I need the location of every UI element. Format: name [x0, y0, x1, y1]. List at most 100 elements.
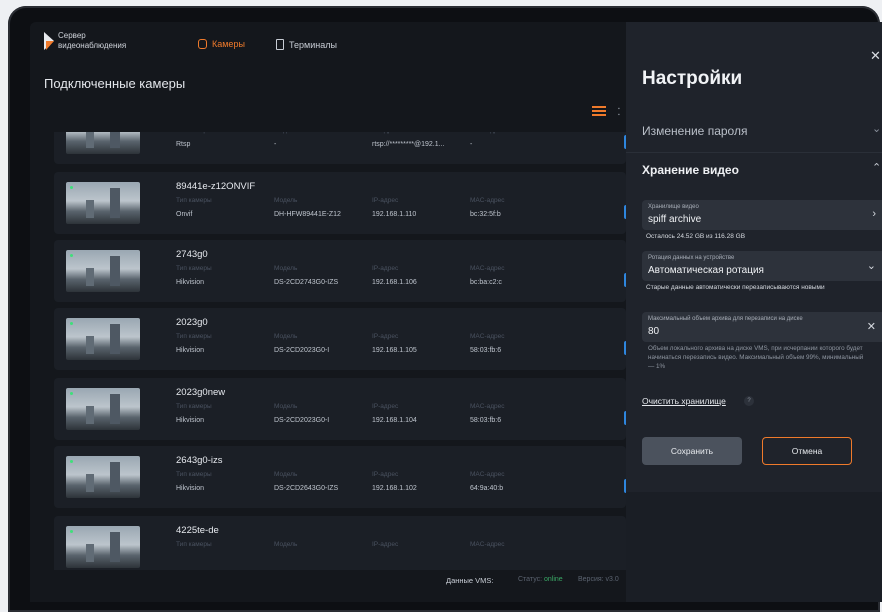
- device-frame: Сервер видеонаблюдения Камеры Терминалы …: [8, 6, 882, 612]
- list-view-icon[interactable]: [592, 106, 606, 116]
- divider: [626, 152, 882, 153]
- camera-card[interactable]: 2023g0new Тип камеры Модель IP-адрес MAC-адр…: [54, 378, 626, 440]
- nav-cameras-label: Камеры: [212, 39, 245, 49]
- camera-mac-label: MAC-адрес: [470, 265, 505, 272]
- panel-footer: [626, 492, 882, 602]
- camera-card[interactable]: Тип камеры Модель IP-адрес MAC-адрес Rtsp - rt…: [54, 132, 626, 164]
- app-screen: Сервер видеонаблюдения Камеры Терминалы …: [30, 22, 882, 602]
- camera-name: 2743g0: [176, 249, 208, 260]
- camera-mac-label: MAC-адрес: [470, 333, 505, 340]
- camera-mac-label: MAC-адрес: [470, 541, 505, 548]
- camera-ip-label: IP-адрес: [372, 541, 399, 548]
- grid-view-icon[interactable]: ▪ ▪: [618, 106, 620, 118]
- camera-model-label: Модель: [274, 197, 298, 204]
- camera-icon: [198, 39, 207, 49]
- live-indicator-icon: [70, 186, 73, 189]
- vms-label: Данные VMS:: [446, 576, 494, 585]
- camera-model: DS-2CD2023G0-I: [274, 347, 330, 354]
- password-section-header[interactable]: Изменение пароля: [642, 124, 747, 138]
- terminal-icon: [276, 39, 284, 50]
- camera-type: Hikvision: [176, 417, 205, 424]
- camera-mac: 58:03:fb:6: [470, 347, 502, 354]
- live-indicator-icon: [70, 460, 73, 463]
- camera-card[interactable]: 2023g0 Тип камеры Модель IP-адрес MAC-адрес H…: [54, 308, 626, 370]
- camera-type-label: Тип камеры: [176, 265, 212, 272]
- live-indicator-icon: [70, 392, 73, 395]
- chevron-down-icon[interactable]: ⌄: [872, 122, 881, 135]
- camera-ip-label: IP-адрес: [372, 471, 399, 478]
- camera-model: DS-2CD2743G0-IZS: [274, 279, 339, 286]
- camera-type-label: Тип камеры: [176, 197, 212, 204]
- camera-ip: 192.168.1.110: [372, 211, 417, 218]
- top-navigation: Сервер видеонаблюдения Камеры Терминалы: [30, 22, 626, 66]
- camera-name: 4225te-de: [176, 525, 219, 536]
- camera-model: DS-2CD2023G0-I: [274, 417, 330, 424]
- camera-ip-label: IP-адрес: [372, 333, 399, 340]
- clear-storage-link[interactable]: Очистить хранилище: [642, 396, 726, 406]
- camera-model: -: [274, 141, 277, 148]
- chevron-up-icon[interactable]: ⌃: [872, 161, 881, 174]
- camera-model: DH-HFW89441E-Z12: [274, 211, 341, 218]
- cancel-button[interactable]: Отмена: [762, 437, 852, 465]
- help-icon[interactable]: ?: [744, 396, 754, 406]
- camera-card[interactable]: 89441e-z12ONVIF Тип камеры Модель IP-адрес M…: [54, 172, 626, 234]
- camera-ip: 192.168.1.104: [372, 417, 417, 424]
- storage-section-header[interactable]: Хранение видео: [642, 163, 739, 177]
- camera-model-label: Модель: [274, 265, 298, 272]
- status-bar: [30, 570, 626, 602]
- camera-model-label: Модель: [274, 333, 298, 340]
- camera-name: 2023g0: [176, 317, 208, 328]
- camera-type: Hikvision: [176, 347, 205, 354]
- max-field-label: Максимальный объем архива для перезаписи…: [648, 316, 803, 322]
- rotation-hint: Старые данные автоматически перезаписыва…: [646, 284, 825, 291]
- live-indicator-icon: [70, 254, 73, 257]
- camera-ip: 192.168.1.102: [372, 485, 417, 492]
- camera-thumbnail: [66, 456, 140, 498]
- close-icon[interactable]: ✕: [870, 48, 881, 64]
- camera-model: DS-2CD2643G0-IZS: [274, 485, 339, 492]
- camera-thumbnail: [66, 182, 140, 224]
- camera-list: Тип камеры Модель IP-адрес MAC-адрес Rtsp - rt…: [54, 132, 626, 572]
- camera-type: Hikvision: [176, 279, 205, 286]
- camera-type: Rtsp: [176, 141, 191, 148]
- camera-card[interactable]: 4225te-de Тип камеры Модель IP-адрес MAC-адр…: [54, 516, 626, 572]
- camera-mac-label: MAC-адрес: [470, 197, 505, 204]
- save-button[interactable]: Сохранить: [642, 437, 742, 465]
- nav-cameras[interactable]: Камеры: [198, 39, 245, 49]
- max-archive-input[interactable]: Максимальный объем архива для перезаписи…: [642, 312, 882, 342]
- vms-status-label: Статус:: [518, 576, 543, 583]
- camera-type-label: Тип камеры: [176, 403, 212, 410]
- camera-card[interactable]: 2743g0 Тип камеры Модель IP-адрес MAC-адрес H…: [54, 240, 626, 302]
- camera-ip-label: IP-адрес: [372, 403, 399, 410]
- camera-model-label: Модель: [274, 403, 298, 410]
- camera-thumbnail: [66, 318, 140, 360]
- camera-name: 89441e-z12ONVIF: [176, 181, 256, 192]
- camera-ip-label: IP-адрес: [372, 132, 398, 134]
- camera-type: Hikvision: [176, 485, 205, 492]
- live-indicator-icon: [70, 530, 73, 533]
- camera-model-label: Модель: [274, 471, 298, 478]
- camera-type: Onvif: [176, 211, 193, 218]
- camera-ip: 192.168.1.105: [372, 347, 417, 354]
- storage-hint: Осталось 24.52 GB из 116.28 GB: [646, 233, 746, 240]
- camera-mac: 64:9a:40:b: [470, 485, 504, 492]
- camera-thumbnail: [66, 388, 140, 430]
- camera-model-label: Модель: [274, 132, 297, 134]
- live-indicator-icon: [70, 322, 73, 325]
- storage-select[interactable]: Хранилище видео spiff archive ›: [642, 200, 882, 230]
- settings-title: Настройки: [642, 68, 743, 89]
- settings-panel: ✕ Настройки Изменение пароля ⌄ Хранение …: [626, 22, 882, 602]
- clear-icon[interactable]: ✕: [867, 320, 876, 333]
- rotation-select[interactable]: Ротация данных на устройстве Автоматичес…: [642, 251, 882, 281]
- camera-mac: bc:ba:c2:c: [470, 279, 502, 286]
- camera-type-label: Тип камеры: [176, 541, 212, 548]
- camera-thumbnail: [66, 526, 140, 568]
- page-title: Подключенные камеры: [44, 76, 186, 91]
- nav-terminals[interactable]: Терминалы: [276, 39, 337, 50]
- chevron-down-icon: ⌄: [866, 260, 876, 272]
- camera-model-label: Модель: [274, 541, 298, 548]
- camera-thumbnail: [66, 250, 140, 292]
- camera-card[interactable]: 2643g0-izs Тип камеры Модель IP-адрес MAC-ад…: [54, 446, 626, 508]
- storage-field-value: spiff archive: [648, 214, 702, 225]
- chevron-right-icon: ›: [872, 208, 876, 220]
